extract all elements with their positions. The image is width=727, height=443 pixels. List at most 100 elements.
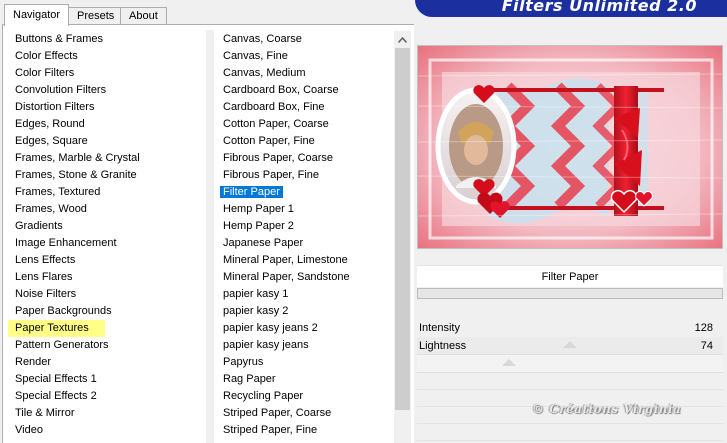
- filter-item[interactable]: Canvas, Coarse: [216, 31, 392, 48]
- filter-item-label: Cotton Paper, Fine: [223, 135, 315, 147]
- filter-item[interactable]: Cardboard Box, Fine: [216, 99, 392, 116]
- category-item-label: Buttons & Frames: [15, 33, 104, 45]
- tab-presets[interactable]: Presets: [68, 7, 124, 25]
- category-item[interactable]: Frames, Wood: [8, 201, 204, 218]
- filter-item-label: Papyrus: [223, 356, 264, 368]
- category-item[interactable]: Video: [8, 422, 204, 439]
- scroll-up-arrow-icon[interactable]: [394, 31, 411, 48]
- filter-item-label: papier kasy 1: [223, 288, 289, 300]
- filter-item-label: Canvas, Fine: [223, 50, 288, 62]
- filter-item[interactable]: Canvas, Fine: [216, 48, 392, 65]
- category-item[interactable]: Special Effects 2: [8, 388, 204, 405]
- creator-watermark: © Créations Virginia: [532, 402, 682, 416]
- filter-item-label: papier kasy jeans 2: [223, 322, 318, 334]
- category-item[interactable]: Special Effects 1: [8, 371, 204, 388]
- param-lightness-slider[interactable]: [417, 355, 723, 373]
- filter-item[interactable]: Striped Paper, Fine: [216, 422, 392, 439]
- filter-item-label: papier kasy jeans: [223, 339, 309, 351]
- filter-item[interactable]: papier kasy 2: [216, 303, 392, 320]
- tab-strip: Navigator Presets About Filters Unlimite…: [0, 0, 727, 26]
- category-item-label: Gradients: [15, 220, 63, 232]
- filter-item[interactable]: Filter Paper: [216, 184, 392, 201]
- category-item[interactable]: Buttons & Frames: [8, 31, 204, 48]
- category-item-label: Special Effects 2: [15, 390, 97, 402]
- filter-item[interactable]: Rag Paper: [216, 371, 392, 388]
- render-progress-bar: [417, 288, 723, 299]
- filter-item[interactable]: Cotton Paper, Coarse: [216, 116, 392, 133]
- filter-item[interactable]: Striped Paper, Coarse: [216, 405, 392, 422]
- category-item[interactable]: Lens Flares: [8, 269, 204, 286]
- category-item[interactable]: Pattern Generators: [8, 337, 204, 354]
- filter-item-label: Mineral Paper, Limestone: [223, 254, 348, 266]
- category-item[interactable]: Render: [8, 354, 204, 371]
- filter-item[interactable]: Cardboard Box, Coarse: [216, 82, 392, 99]
- category-item-label: Pattern Generators: [15, 339, 109, 351]
- category-item[interactable]: Image Enhancement: [8, 235, 204, 252]
- category-item[interactable]: Convolution Filters: [8, 82, 204, 99]
- filter-item[interactable]: Cotton Paper, Fine: [216, 133, 392, 150]
- category-item[interactable]: Lens Effects: [8, 252, 204, 269]
- category-item-label: Image Enhancement: [15, 237, 117, 249]
- param-intensity: Intensity 128: [417, 320, 717, 337]
- param-slot-empty: [417, 425, 723, 441]
- category-item-label: Paper Textures: [15, 322, 89, 334]
- category-item-label: Tile & Mirror: [15, 407, 75, 419]
- tab-navigator[interactable]: Navigator: [4, 4, 70, 26]
- category-item-label: Video: [15, 424, 43, 436]
- filter-item-label: Rag Paper: [223, 373, 276, 385]
- category-item-label: Color Filters: [15, 67, 75, 79]
- category-list[interactable]: Buttons & Frames Color Effects Color Filte…: [8, 31, 204, 439]
- filter-item[interactable]: papier kasy 1: [216, 286, 392, 303]
- filter-item[interactable]: Hemp Paper 1: [216, 201, 392, 218]
- filter-item-label: Fibrous Paper, Fine: [223, 169, 319, 181]
- filter-item-label: Hemp Paper 1: [223, 203, 294, 215]
- category-item-label: Lens Effects: [15, 254, 76, 266]
- category-item-label: Render: [15, 356, 52, 368]
- filter-item[interactable]: Fibrous Paper, Fine: [216, 167, 392, 184]
- filter-item[interactable]: Mineral Paper, Limestone: [216, 252, 392, 269]
- param-slot-empty: [417, 374, 723, 390]
- filter-item[interactable]: Recycling Paper: [216, 388, 392, 405]
- filter-item[interactable]: Canvas, Medium: [216, 65, 392, 82]
- filter-item[interactable]: Papyrus: [216, 354, 392, 371]
- filter-item[interactable]: Mineral Paper, Sandstone: [216, 269, 392, 286]
- category-item[interactable]: Paper Backgrounds: [8, 303, 204, 320]
- filter-item[interactable]: papier kasy jeans: [216, 337, 392, 354]
- filter-item[interactable]: Japanese Paper: [216, 235, 392, 252]
- filter-item-label: Hemp Paper 2: [223, 220, 294, 232]
- category-item[interactable]: Noise Filters: [8, 286, 204, 303]
- banner-title: Filters Unlimited 2.0: [501, 0, 697, 15]
- category-item[interactable]: Tile & Mirror: [8, 405, 204, 422]
- category-item[interactable]: Edges, Round: [8, 116, 204, 133]
- category-item-label: Lens Flares: [15, 271, 73, 283]
- filter-item[interactable]: Hemp Paper 2: [216, 218, 392, 235]
- scrollbar-thumb[interactable]: [395, 48, 410, 410]
- filter-item-label: Cardboard Box, Fine: [223, 101, 325, 113]
- category-item[interactable]: Color Filters: [8, 65, 204, 82]
- filter-item-label: Recycling Paper: [223, 390, 304, 402]
- category-item[interactable]: Frames, Stone & Granite: [8, 167, 204, 184]
- filter-item-label: Japanese Paper: [223, 237, 304, 249]
- lightness-slider-thumb[interactable]: [502, 359, 516, 366]
- category-item-label: Color Effects: [15, 50, 78, 62]
- category-item[interactable]: Frames, Marble & Crystal: [8, 150, 204, 167]
- category-item[interactable]: Paper Textures: [8, 320, 105, 337]
- param-lightness-value: 74: [700, 340, 713, 352]
- filter-item-label: Striped Paper, Coarse: [223, 407, 332, 419]
- param-intensity-label: Intensity: [419, 322, 460, 334]
- filter-list[interactable]: Canvas, Coarse Canvas, Fine Canvas, Medium…: [216, 31, 392, 439]
- filter-item-label: Canvas, Medium: [223, 67, 306, 79]
- param-lightness: Lightness 74: [417, 338, 717, 355]
- tab-about[interactable]: About: [120, 7, 167, 25]
- category-item[interactable]: Edges, Square: [8, 133, 204, 150]
- filter-item[interactable]: Fibrous Paper, Coarse: [216, 150, 392, 167]
- category-item[interactable]: Frames, Textured: [8, 184, 204, 201]
- filter-item[interactable]: papier kasy jeans 2: [216, 320, 392, 337]
- category-item[interactable]: Distortion Filters: [8, 99, 204, 116]
- preview-image: [418, 46, 722, 248]
- category-item[interactable]: Gradients: [8, 218, 204, 235]
- filter-item-label: Mineral Paper, Sandstone: [223, 271, 350, 283]
- filter-preview: [417, 45, 723, 249]
- filter-list-scrollbar[interactable]: [394, 31, 411, 443]
- category-item[interactable]: Color Effects: [8, 48, 204, 65]
